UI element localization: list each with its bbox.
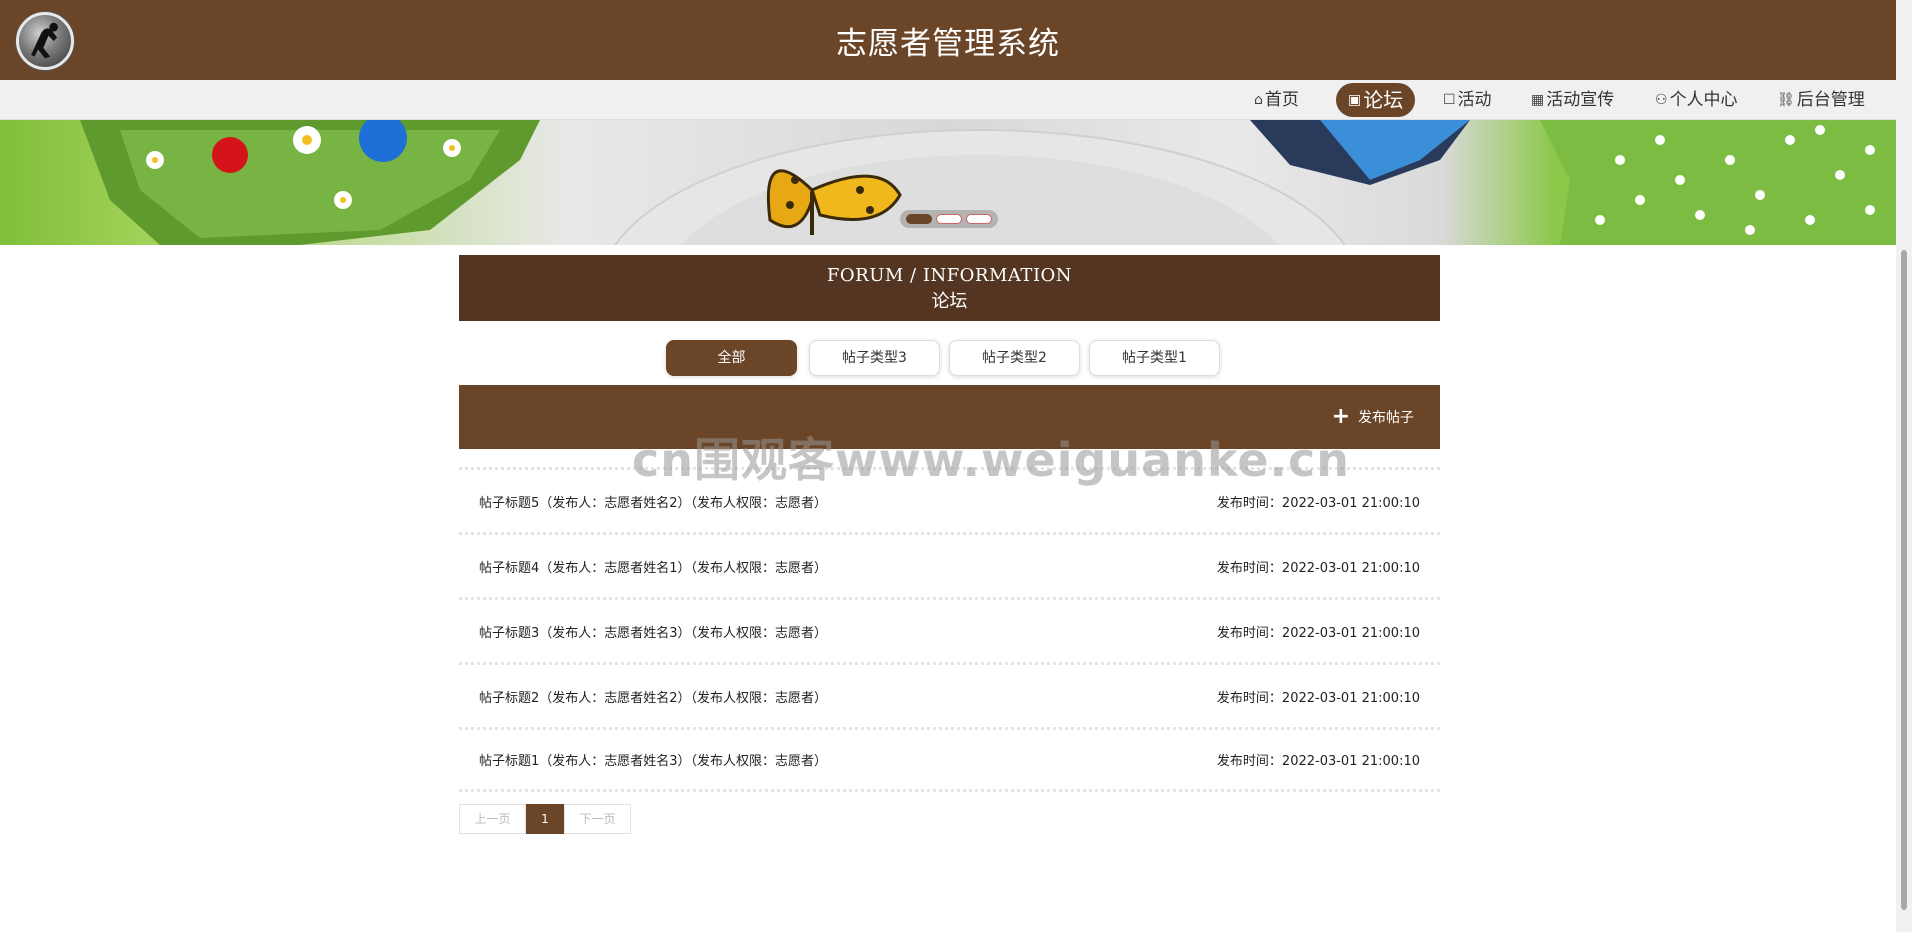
post-time: 发布时间：2022-03-01 21:00:10 [1216,495,1420,511]
list-item[interactable]: 帖子标题1（发布人：志愿者姓名3）（发布人权限：志愿者） 发布时间：2022-0… [459,727,1440,792]
post-list: 帖子标题5（发布人：志愿者姓名2）（发布人权限：志愿者） 发布时间：2022-0… [459,467,1440,792]
nav-item-label: 后台管理 [1796,90,1865,110]
post-title[interactable]: 帖子标题5（发布人：志愿者姓名2）（发布人权限：志愿者） [479,492,827,511]
post-time: 发布时间：2022-03-01 21:00:10 [1216,690,1420,706]
scrollbar-thumb[interactable] [1901,250,1907,910]
publish-post-label: 发布帖子 [1358,410,1414,426]
post-time: 发布时间：2022-03-01 21:00:10 [1216,754,1420,769]
next-page-button[interactable]: 下一页 [564,804,631,834]
site-title: 志愿者管理系统 [836,26,1060,62]
tab-post-type-1[interactable]: 帖子类型1 [1089,340,1220,376]
nav-item-activity-promo[interactable]: ▦ 活动宣传 [1531,80,1614,120]
carousel-dot-3[interactable] [966,214,992,224]
nav-item-label: 论坛 [1363,88,1404,112]
banner-carousel [0,120,1896,245]
tab-post-type-3[interactable]: 帖子类型3 [809,340,940,376]
nav-item-label: 首页 [1264,90,1299,110]
carousel-indicators [900,210,998,228]
vertical-scrollbar[interactable] [1896,0,1912,932]
watermark: cn围观客www.weiguanke.cn [632,433,1351,487]
post-time: 发布时间：2022-03-01 21:00:10 [1216,560,1420,576]
nav-item-personal-center[interactable]: ⚇ 个人中心 [1655,80,1738,120]
list-item[interactable]: 帖子标题4（发布人：志愿者姓名1）（发布人权限：志愿者） 发布时间：2022-0… [459,532,1440,597]
list-item[interactable]: 帖子标题3（发布人：志愿者姓名3）（发布人权限：志愿者） 发布时间：2022-0… [459,597,1440,662]
link-icon: ⛓ [1777,92,1795,108]
post-title[interactable]: 帖子标题2（发布人：志愿者姓名2）（发布人权限：志愿者） [479,687,827,706]
grid-icon: ▦ [1531,92,1545,108]
home-icon: ⌂ [1254,92,1263,108]
nav-item-activity[interactable]: ☐ 活动 [1443,80,1492,120]
nav-item-label: 活动宣传 [1546,90,1615,110]
post-title[interactable]: 帖子标题1（发布人：志愿者姓名3）（发布人权限：志愿者） [479,750,827,769]
prev-page-button[interactable]: 上一页 [459,804,526,834]
nav-item-label: 活动 [1457,90,1492,110]
carousel-dot-2[interactable] [936,214,962,224]
tab-all[interactable]: 全部 [666,340,797,376]
tab-post-type-2[interactable]: 帖子类型2 [949,340,1080,376]
nav-item-home[interactable]: ⌂ 首页 [1254,80,1299,120]
carousel-dot-1[interactable] [906,214,932,224]
nav-item-forum[interactable]: ▣ 论坛 [1336,83,1416,117]
list-item[interactable]: 帖子标题2（发布人：志愿者姓名2）（发布人权限：志愿者） 发布时间：2022-0… [459,662,1440,727]
section-header: FORUM / INFORMATION 论坛 [459,255,1440,321]
nav-item-label: 个人中心 [1669,90,1738,110]
post-title[interactable]: 帖子标题3（发布人：志愿者姓名3）（发布人权限：志愿者） [479,622,827,641]
post-time: 发布时间：2022-03-01 21:00:10 [1216,625,1420,641]
section-title-en: FORUM / INFORMATION [826,265,1073,286]
nav-item-admin[interactable]: ⛓ 后台管理 [1777,80,1865,120]
site-header: 志愿者管理系统 [0,0,1896,80]
user-icon: ⚇ [1655,92,1668,108]
pagination: 上一页 1 下一页 [459,804,631,834]
page-number-current[interactable]: 1 [526,804,564,834]
document-icon: ☐ [1443,92,1456,108]
section-title-cn: 论坛 [931,291,968,312]
main-nav: ⌂ 首页 ▣ 论坛 ☐ 活动 ▦ 活动宣传 ⚇ 个人中心 ⛓ 后台管理 [0,80,1896,120]
forum-icon: ▣ [1348,92,1362,108]
post-title[interactable]: 帖子标题4（发布人：志愿者姓名1）（发布人权限：志愿者） [479,557,827,576]
